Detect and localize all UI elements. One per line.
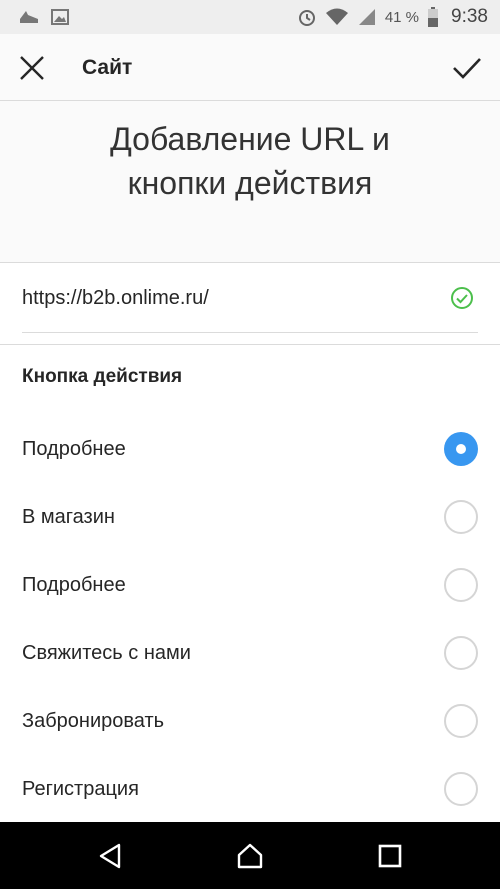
check-icon[interactable] bbox=[452, 54, 482, 82]
system-nav-bar bbox=[0, 822, 500, 889]
option-sign-up[interactable]: Регистрация bbox=[0, 755, 500, 823]
radio-selected[interactable] bbox=[444, 432, 478, 466]
wifi-icon bbox=[325, 8, 348, 25]
option-shop[interactable]: В магазин bbox=[0, 483, 500, 551]
radio-unselected[interactable] bbox=[444, 772, 478, 806]
option-label: Регистрация bbox=[22, 778, 139, 800]
close-icon[interactable] bbox=[18, 54, 46, 82]
alarm-icon bbox=[298, 10, 315, 26]
heading-block: Добавление URL и кнопки действия bbox=[0, 101, 500, 263]
app-bar: Сайт bbox=[0, 34, 500, 101]
option-learn-more[interactable]: Подробнее bbox=[0, 415, 500, 483]
option-learn-more-2[interactable]: Подробнее bbox=[0, 551, 500, 619]
notification-icons bbox=[18, 7, 70, 27]
option-label: Забронировать bbox=[22, 710, 165, 732]
radio-unselected[interactable] bbox=[444, 568, 478, 602]
back-icon[interactable] bbox=[97, 842, 125, 870]
radio-unselected[interactable] bbox=[444, 500, 478, 534]
url-section: https://b2b.onlime.ru/ bbox=[0, 263, 500, 345]
option-label: Подробнее bbox=[22, 438, 126, 460]
page-heading: Добавление URL и кнопки действия bbox=[110, 121, 390, 201]
radio-unselected[interactable] bbox=[444, 704, 478, 738]
option-label: Свяжитесь с нами bbox=[22, 642, 191, 664]
check-circle-icon bbox=[451, 287, 473, 309]
option-label: В магазин bbox=[22, 506, 115, 528]
option-contact-us[interactable]: Свяжитесь с нами bbox=[0, 619, 500, 687]
signal-icon bbox=[358, 9, 375, 25]
battery-percent: 41 % bbox=[384, 8, 420, 26]
option-label: Подробнее bbox=[22, 574, 126, 596]
action-button-label: Кнопка действия bbox=[22, 366, 183, 387]
action-options: Подробнее В магазин Подробнее Свяжитесь … bbox=[0, 415, 500, 823]
page-title: Сайт bbox=[82, 56, 133, 79]
clock: 9:38 bbox=[451, 6, 488, 27]
battery-icon bbox=[428, 7, 439, 27]
system-icons: 41 % 9:38 bbox=[297, 0, 488, 34]
url-field[interactable]: https://b2b.onlime.ru/ bbox=[22, 263, 478, 333]
image-icon bbox=[51, 9, 69, 25]
shoe-icon bbox=[20, 11, 38, 23]
status-bar: 41 % 9:38 bbox=[0, 0, 500, 34]
option-book[interactable]: Забронировать bbox=[0, 687, 500, 755]
url-input[interactable]: https://b2b.onlime.ru/ bbox=[22, 263, 209, 333]
recents-icon[interactable] bbox=[376, 842, 404, 870]
home-icon[interactable] bbox=[236, 842, 264, 870]
radio-unselected[interactable] bbox=[444, 636, 478, 670]
